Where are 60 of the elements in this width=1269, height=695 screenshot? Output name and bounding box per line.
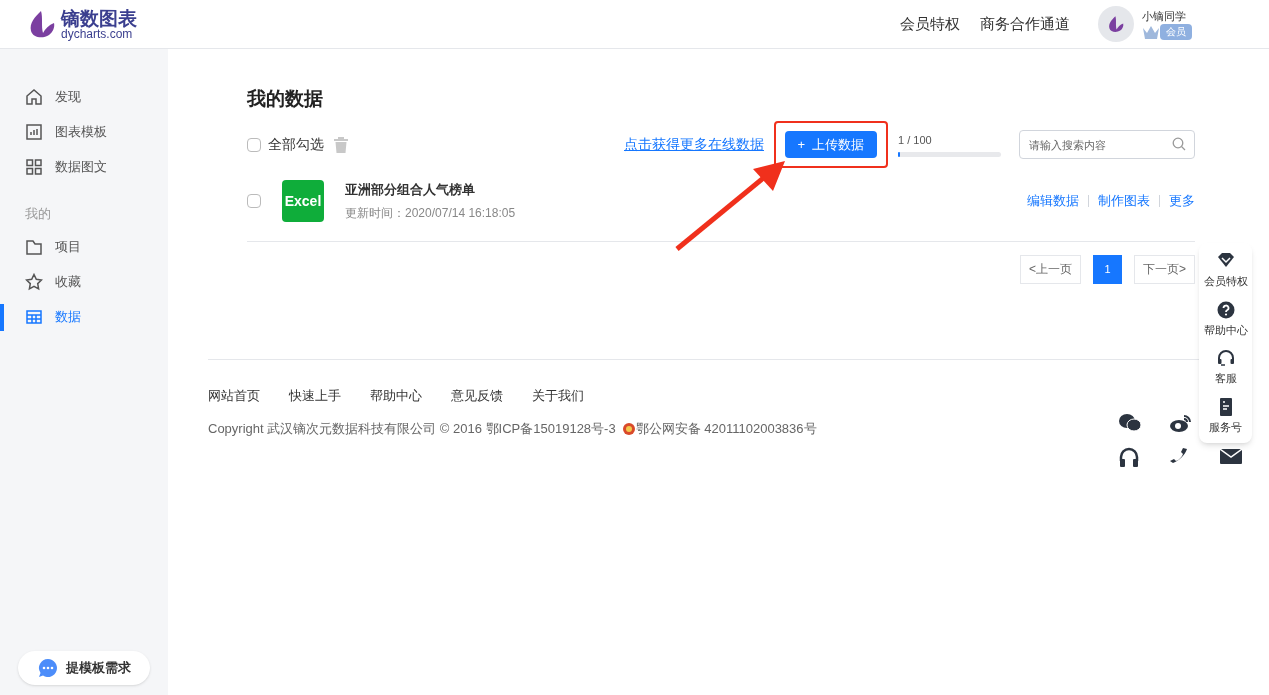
police-emblem-icon xyxy=(621,421,636,436)
file-name[interactable]: 亚洲部分组合人气榜单 xyxy=(345,180,516,200)
section-label: 我的 xyxy=(24,205,52,223)
chat-bubbles-icon[interactable] xyxy=(1118,413,1142,433)
page-button[interactable]: 1 xyxy=(1093,254,1122,284)
sidebar-item[interactable]: 发现 xyxy=(0,79,168,114)
star-icon xyxy=(25,273,43,291)
footer-link[interactable]: 帮助中心 xyxy=(370,385,422,405)
copyright-text: Copyright 武汉镝次元数据科技有限公司 © 2016 鄂ICP备15019128号-3 xyxy=(208,420,616,438)
grid-icon xyxy=(25,157,43,176)
float-panel-item[interactable]: 客服 xyxy=(1214,348,1237,387)
next-page-button[interactable]: 下一页> xyxy=(1134,254,1195,284)
updated-time: 更新时间：2020/07/14 16:18:05 xyxy=(345,204,516,222)
more-data-link[interactable]: 点击获得更多在线数据 xyxy=(624,134,764,155)
folder-icon xyxy=(25,238,43,256)
eye-swirl-icon[interactable] xyxy=(1169,413,1193,433)
select-all-label: 全部勾选 xyxy=(268,135,324,154)
float-panel-item[interactable]: 会员特权 xyxy=(1203,251,1248,290)
logo-title: 镝数图表 xyxy=(61,8,137,28)
search-field[interactable]: 请输入搜索内容 xyxy=(1019,130,1195,159)
table-icon xyxy=(25,308,43,326)
help-icon xyxy=(1215,299,1236,320)
footer-link[interactable]: 快速上手 xyxy=(289,385,341,405)
sidebar-item[interactable]: 数据 xyxy=(0,299,168,335)
float-panel-item[interactable]: 服务号 xyxy=(1209,396,1242,435)
bar-chart-icon xyxy=(25,122,43,141)
user-name: 小镝同学 xyxy=(1142,8,1187,24)
sidebar-item[interactable]: 项目 xyxy=(0,229,168,265)
chat-icon xyxy=(37,658,58,678)
logo-subtitle: dycharts.com xyxy=(61,27,133,40)
action-link[interactable]: 编辑数据 xyxy=(1027,191,1079,211)
footer-link[interactable]: 意见反馈 xyxy=(451,385,503,405)
footer-link[interactable]: 关于我们 xyxy=(532,385,584,405)
police-record-text: 鄂公网安备 42011102003836号 xyxy=(635,420,817,438)
nav-link[interactable]: 会员特权 xyxy=(900,12,960,36)
member-badge: 会员 xyxy=(1160,24,1192,41)
action-link[interactable]: 更多 xyxy=(1169,191,1195,211)
sidebar-item[interactable]: 图表模板 xyxy=(0,114,168,149)
home-icon xyxy=(25,87,43,106)
headset-icon xyxy=(1215,348,1236,368)
excel-badge: Excel xyxy=(282,180,324,222)
prev-page-button[interactable]: <上一页 xyxy=(1019,254,1081,284)
row-checkbox[interactable] xyxy=(247,194,261,208)
sidebar-item[interactable]: 收藏 xyxy=(0,264,168,300)
nav-link[interactable]: 商务合作通道 xyxy=(980,12,1070,36)
page-title: 我的数据 xyxy=(247,87,324,111)
crown-icon xyxy=(1142,24,1160,41)
select-all-checkbox[interactable] xyxy=(247,137,261,152)
action-link[interactable]: 制作图表 xyxy=(1098,191,1150,211)
search-icon xyxy=(1172,137,1186,151)
mail-icon[interactable] xyxy=(1220,447,1242,465)
float-panel-item[interactable]: 帮助中心 xyxy=(1203,299,1248,338)
quota-text: 1 / 100 xyxy=(898,133,933,149)
logo-icon xyxy=(1107,14,1125,34)
footer-link[interactable]: 网站首页 xyxy=(208,385,260,405)
user-avatar[interactable] xyxy=(1098,6,1134,42)
headphones-icon[interactable] xyxy=(1118,447,1140,467)
request-template-button[interactable]: 提模板需求 xyxy=(18,651,150,685)
upload-button[interactable]: + 上传数据 xyxy=(785,131,877,158)
sidebar-item[interactable]: 数据图文 xyxy=(0,149,168,184)
